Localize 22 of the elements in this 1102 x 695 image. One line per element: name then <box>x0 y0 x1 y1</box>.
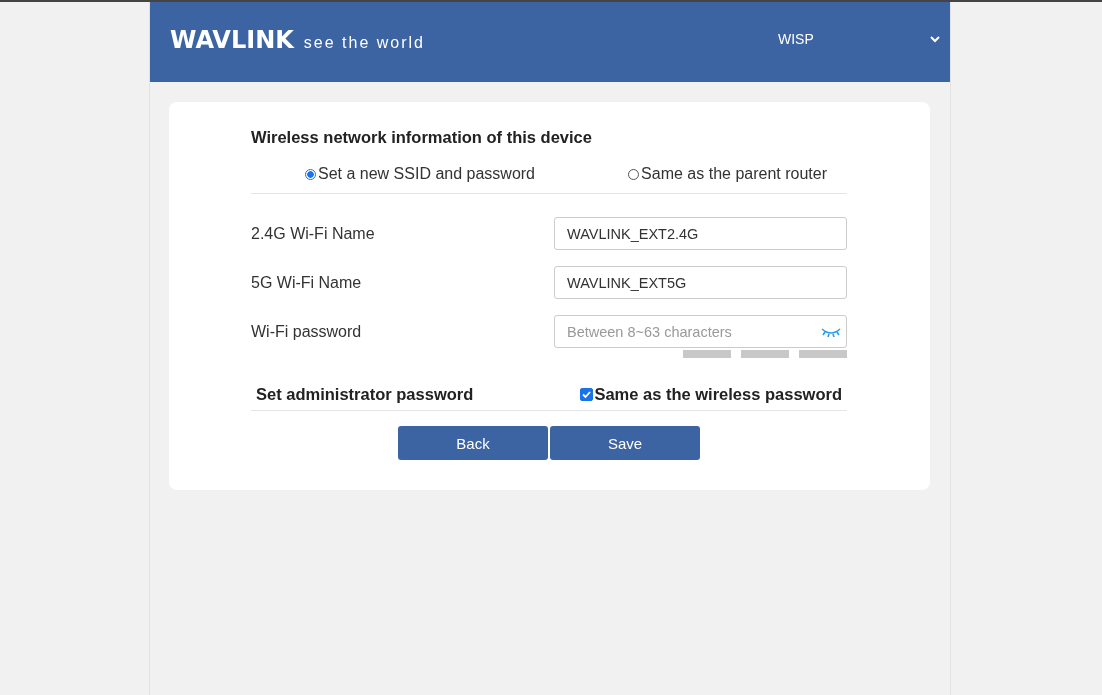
field-label: 2.4G Wi-Fi Name <box>251 224 375 243</box>
logo: WAVLINK <box>170 26 294 54</box>
radio-button[interactable] <box>305 168 316 180</box>
chevron-down-icon <box>930 35 940 43</box>
section-title: Wireless network information of this device <box>251 128 593 147</box>
option-label[interactable]: Set a new SSID and password <box>318 165 535 183</box>
checkbox-label[interactable]: Same as the wireless password <box>594 385 842 404</box>
back-button[interactable]: Back <box>398 426 548 460</box>
save-button[interactable]: Save <box>550 426 700 460</box>
mode-dropdown[interactable]: WISP <box>778 31 940 47</box>
field-label: Wi-Fi password <box>251 322 362 341</box>
admin-password-title: Set administrator password <box>256 385 474 404</box>
field-label: 5G Wi-Fi Name <box>251 273 362 292</box>
input-field[interactable]: WAVLINK_EXT2.4G <box>554 217 847 250</box>
input-field[interactable]: WAVLINK_EXT5G <box>554 266 847 299</box>
strength-bar <box>683 350 731 358</box>
checkbox[interactable] <box>580 388 594 401</box>
option-label[interactable]: Same as the parent router <box>641 165 827 183</box>
strength-bar <box>741 350 789 358</box>
eye-closed-icon[interactable] <box>821 326 841 337</box>
strength-bar <box>799 350 847 358</box>
tagline: see the world <box>303 34 425 52</box>
